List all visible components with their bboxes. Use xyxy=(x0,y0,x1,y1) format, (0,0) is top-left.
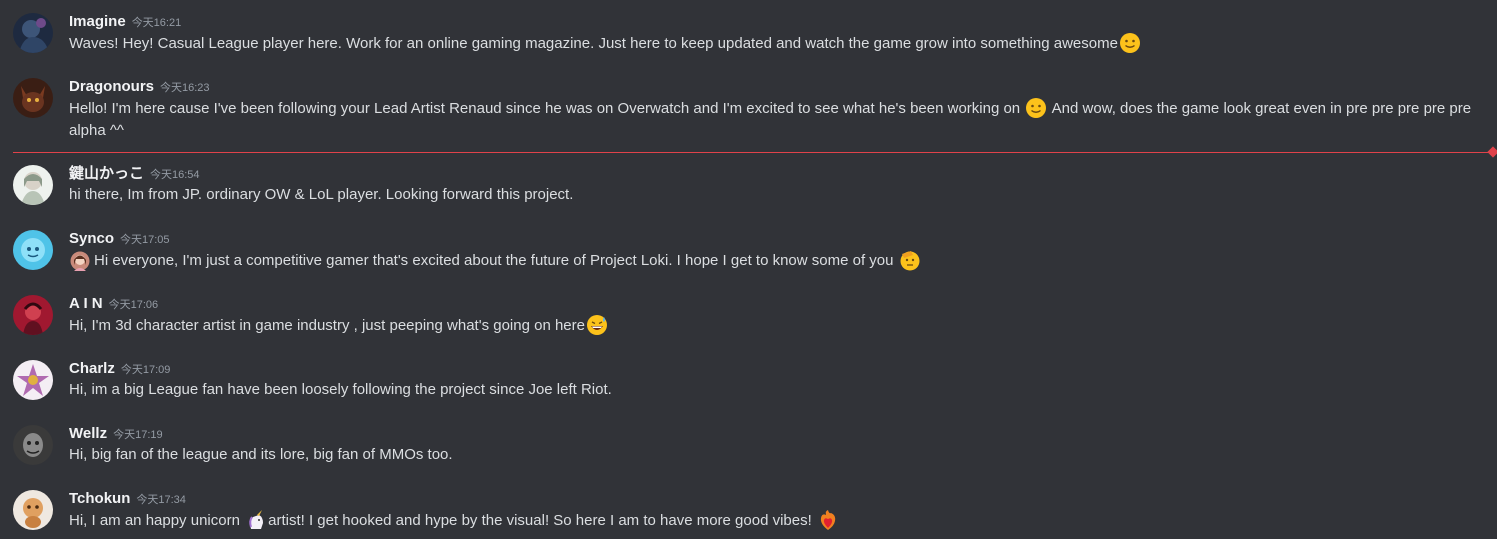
message-content: hi there, Im from JP. ordinary OW & LoL … xyxy=(69,184,1477,206)
message-text-continued: artist! I get hooked and hype by the vis… xyxy=(268,512,812,529)
username[interactable]: Tchokun xyxy=(69,490,130,507)
grinning-sweat-emoji[interactable] xyxy=(586,314,608,336)
avatar[interactable] xyxy=(13,295,53,335)
avatar[interactable] xyxy=(13,490,53,530)
message-header: Wellz 今天17:19 xyxy=(69,424,1477,444)
message-content: Hi, I'm 3d character artist in game indu… xyxy=(69,314,1477,337)
message-item: Charlz 今天17:09 Hi, im a big League fan ha… xyxy=(0,359,1497,401)
message-text: Hi, im a big League fan have been loosel… xyxy=(69,381,612,398)
message-header: Charlz 今天17:09 xyxy=(69,359,1477,379)
avatar[interactable] xyxy=(13,425,53,465)
new-messages-divider-cap xyxy=(1487,146,1497,158)
message-header: A I N 今天17:06 xyxy=(69,294,1477,314)
avatar[interactable] xyxy=(13,360,53,400)
avatar[interactable] xyxy=(13,13,53,53)
username[interactable]: Charlz xyxy=(69,360,115,377)
username[interactable]: A I N xyxy=(69,295,103,312)
avatar[interactable] xyxy=(13,165,53,205)
username[interactable]: 鍵山かっこ xyxy=(69,165,144,182)
username[interactable]: Synco xyxy=(69,230,114,247)
message-text: Hi, I am an happy unicorn xyxy=(69,512,240,529)
message-content: Hi, im a big League fan have been loosel… xyxy=(69,379,1477,401)
timestamp: 今天17:09 xyxy=(120,364,171,376)
username[interactable]: Imagine xyxy=(69,13,126,30)
unicorn-emoji[interactable] xyxy=(245,509,267,531)
custom-woman-emoji[interactable] xyxy=(70,251,90,271)
message-text: Hi everyone, I'm just a competitive game… xyxy=(94,252,894,269)
avatar[interactable] xyxy=(13,230,53,270)
timestamp: 今天16:21 xyxy=(131,17,182,29)
message-item: Dragonours 今天16:23 Hello! I'm here cause … xyxy=(0,77,1497,142)
timestamp: 今天16:23 xyxy=(160,82,210,94)
slightly-smiling-face-emoji[interactable] xyxy=(1119,32,1141,54)
message-header: Imagine 今天16:21 xyxy=(69,12,1477,32)
message-content: Hello! I'm here cause I've been followin… xyxy=(69,97,1477,142)
new-messages-divider xyxy=(13,152,1491,153)
message-content: Waves! Hey! Casual League player here. W… xyxy=(69,32,1477,55)
avatar[interactable] xyxy=(13,78,53,118)
message-content: Hi everyone, I'm just a competitive game… xyxy=(69,249,1477,272)
message-header: Synco 今天17:05 xyxy=(69,229,1477,249)
message-item: 鍵山かっこ 今天16:54 hi there, Im from JP. ordin… xyxy=(0,164,1497,206)
message-text: Hi, big fan of the league and its lore, … xyxy=(69,446,453,463)
timestamp: 今天17:19 xyxy=(113,429,163,441)
timestamp: 今天17:05 xyxy=(120,234,170,246)
message-header: 鍵山かっこ 今天16:54 xyxy=(69,164,1477,184)
slightly-smiling-face-emoji[interactable] xyxy=(1025,97,1047,119)
message-header: Tchokun 今天17:34 xyxy=(69,489,1477,509)
message-content: Hi, big fan of the league and its lore, … xyxy=(69,444,1477,466)
message-item: Imagine 今天16:21 Waves! Hey! Casual League… xyxy=(0,12,1497,55)
message-text: Hello! I'm here cause I've been followin… xyxy=(69,100,1021,117)
message-text: Waves! Hey! Casual League player here. W… xyxy=(69,35,1118,52)
message-text: Hi, I'm 3d character artist in game indu… xyxy=(69,317,585,334)
timestamp: 今天17:34 xyxy=(136,494,186,506)
message-item: Wellz 今天17:19 Hi, big fan of the league a… xyxy=(0,424,1497,466)
username[interactable]: Wellz xyxy=(69,425,107,442)
message-item: A I N 今天17:06 Hi, I'm 3d character artist… xyxy=(0,294,1497,337)
message-item: Synco 今天17:05 Hi everyone, I'm just a com… xyxy=(0,229,1497,272)
timestamp: 今天16:54 xyxy=(150,169,200,181)
message-text: hi there, Im from JP. ordinary OW & LoL … xyxy=(69,186,574,203)
username[interactable]: Dragonours xyxy=(69,78,154,95)
message-header: Dragonours 今天16:23 xyxy=(69,77,1477,97)
timestamp: 今天17:06 xyxy=(108,299,159,311)
saluting-face-emoji[interactable] xyxy=(899,249,921,271)
message-item: Tchokun 今天17:34 Hi, I am an happy unicorn… xyxy=(0,489,1497,532)
message-content: Hi, I am an happy unicorn artist! I get … xyxy=(69,509,1477,532)
heart-on-fire-emoji[interactable] xyxy=(817,509,839,531)
